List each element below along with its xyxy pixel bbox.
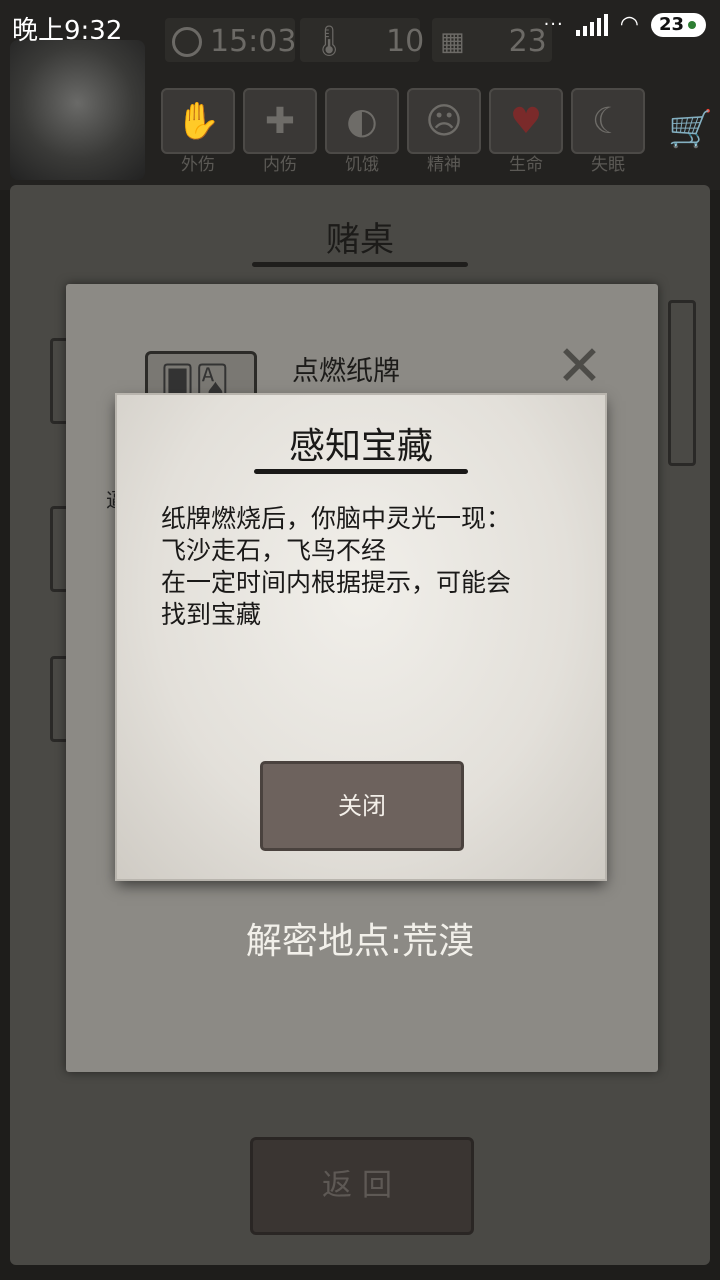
status-icon-row: ✋ 外伤 ✚ 内伤 ◐ 饥饿 ☹ 精神 ♥ 生命 ☾ 失眠 xyxy=(160,88,646,175)
battery-indicator: 23 xyxy=(650,12,706,37)
system-status-bar: 晚上9:32 ··· ◠ 23 xyxy=(0,0,720,52)
status-label: 生命 xyxy=(509,155,543,175)
signal-icon xyxy=(575,13,608,36)
perceive-treasure-dialog: 感知宝藏 纸牌燃烧后，你脑中灵光一现： 飞沙走石，飞鸟不经 在一定时间内根据提示… xyxy=(117,395,605,879)
status-spirit[interactable]: ☹ 精神 xyxy=(406,88,482,175)
head-icon: ☹ xyxy=(407,88,481,154)
dialog-body-line: 飞沙走石，飞鸟不经 xyxy=(161,536,387,565)
dialog-body-line: 在一定时间内根据提示，可能会 xyxy=(161,568,512,597)
status-life[interactable]: ♥ 生命 xyxy=(488,88,564,175)
close-button[interactable]: 关闭 xyxy=(260,761,464,851)
dialog-body-line: 纸牌燃烧后，你脑中灵光一现： xyxy=(161,504,512,533)
close-icon[interactable]: ✕ xyxy=(556,334,603,399)
back-button[interactable]: 返回 xyxy=(250,1137,474,1235)
dialog-body-line: 找到宝藏 xyxy=(161,600,262,629)
status-label: 失眠 xyxy=(591,155,625,175)
status-hunger[interactable]: ◐ 饥饿 xyxy=(324,88,400,175)
status-label: 精神 xyxy=(427,155,461,175)
status-label: 饥饿 xyxy=(345,155,379,175)
panel-title: 赌桌 xyxy=(326,220,394,260)
status-time: 晚上9:32 xyxy=(12,16,123,46)
status-internal[interactable]: ✚ 内伤 xyxy=(242,88,318,175)
stomach-icon: ◐ xyxy=(325,88,399,154)
hand-icon: ✋ xyxy=(161,88,235,154)
title-divider xyxy=(252,262,468,267)
status-label: 外伤 xyxy=(181,155,215,175)
item-title: 点燃纸牌 xyxy=(292,356,400,387)
wifi-icon: ◠ xyxy=(619,12,639,37)
cross-icon: ✚ xyxy=(243,88,317,154)
character-avatar xyxy=(10,40,145,180)
battery-level: 23 xyxy=(658,13,684,35)
moon-icon: ☾ xyxy=(571,88,645,154)
heart-icon: ♥ xyxy=(489,88,563,154)
more-dots-icon: ··· xyxy=(543,14,564,35)
dialog-body: 纸牌燃烧后，你脑中灵光一现： 飞沙走石，飞鸟不经 在一定时间内根据提示，可能会 … xyxy=(161,503,581,631)
dialog-title-divider xyxy=(254,469,468,474)
status-label: 内伤 xyxy=(263,155,297,175)
charging-icon xyxy=(688,20,696,29)
status-insomnia[interactable]: ☾ 失眠 xyxy=(570,88,646,175)
dialog-title: 感知宝藏 xyxy=(288,426,433,467)
side-slot xyxy=(668,300,696,466)
status-wound[interactable]: ✋ 外伤 xyxy=(160,88,236,175)
puzzle-location-hint: 解密地点:荒漠 xyxy=(245,921,475,962)
shopping-cart-icon[interactable]: 🛒 xyxy=(668,108,713,150)
